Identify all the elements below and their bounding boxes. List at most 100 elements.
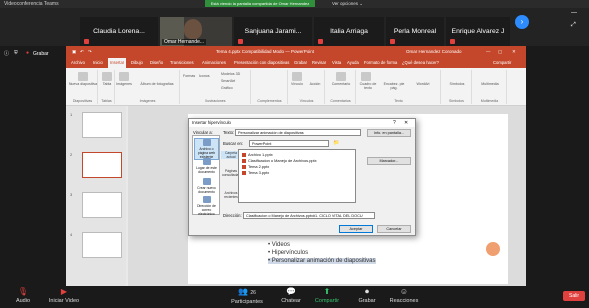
record-label: Grabar — [33, 51, 49, 57]
link-option-new-document[interactable]: Crear nuevo documento — [194, 178, 219, 194]
record-icon: ● — [26, 50, 30, 56]
textbox-button[interactable]: Cuadro de texto — [357, 82, 379, 90]
participants-count: 26 — [250, 290, 256, 296]
slide-bullet-selected[interactable]: • Personalizar animación de diapositivas — [268, 258, 376, 264]
participant-tile[interactable]: Claudia Lorena... — [80, 17, 158, 46]
participant-tile[interactable]: Sanjuana Jarami... — [234, 17, 312, 46]
text-to-display-input[interactable]: Personalizar animación de diapositivas — [235, 129, 361, 136]
comment-icon[interactable] — [336, 72, 346, 81]
tab-vista[interactable]: Vista — [330, 58, 343, 68]
participants-label: Participantes — [231, 299, 263, 305]
file-item[interactable]: Tema 3.pptx — [242, 170, 269, 175]
record-icon: ⏺ — [365, 287, 369, 296]
bullet-text: Videos — [271, 242, 291, 248]
new-slide-button[interactable]: Nueva diapositiva — [68, 82, 98, 86]
shapes-button[interactable]: Formas — [183, 74, 195, 78]
action-button[interactable]: Acción — [307, 82, 323, 86]
tab-grabar[interactable]: Grabar — [292, 58, 309, 68]
table-icon[interactable] — [102, 72, 112, 81]
tell-me-search[interactable]: ¿Qué desea hacer? — [400, 58, 441, 68]
search-in-dropdown[interactable]: PowerPoint — [249, 140, 329, 147]
pictures-icon[interactable] — [119, 72, 129, 81]
tab-revisar[interactable]: Revisar — [310, 58, 328, 68]
cancel-button[interactable]: Cancelar — [377, 225, 411, 233]
slide-thumbnail[interactable] — [82, 112, 122, 138]
tab-presentacion[interactable]: Presentación con diapositivas — [232, 58, 291, 68]
file-item[interactable]: Archivo 1.pptx — [242, 152, 273, 157]
redo-icon[interactable]: ↷ — [88, 46, 92, 58]
view-options-button[interactable]: Ver opciones ⌄ — [332, 0, 392, 7]
folder-up-icon[interactable]: 📁 — [333, 140, 339, 146]
share-button[interactable]: Compartir — [491, 58, 513, 68]
group-caption: Ilustraciones — [205, 99, 226, 103]
video-off-icon: ▶ — [60, 287, 68, 296]
next-page-icon[interactable]: › — [515, 15, 529, 29]
chat-button[interactable]: 💬 Chatear — [276, 287, 306, 304]
slide-thumbnail[interactable] — [82, 232, 122, 258]
help-icon[interactable]: ? — [393, 119, 396, 127]
record-button[interactable]: ⏺ Grabar — [352, 287, 382, 304]
shield-icon[interactable]: ⛨ — [14, 50, 18, 56]
participant-tile[interactable]: Perla Monreal — [386, 17, 444, 46]
undo-icon[interactable]: ↶ — [80, 46, 84, 58]
slide-thumbnail-selected[interactable] — [82, 152, 122, 178]
fullscreen-icon[interactable]: ⤢ — [571, 22, 576, 29]
slide-thumbnail[interactable] — [82, 192, 122, 218]
participant-tile[interactable]: Enrique Alvarez J — [446, 17, 510, 46]
wordart-button[interactable]: WordArt — [409, 82, 437, 86]
info-icon[interactable]: ⓘ — [4, 50, 9, 57]
ribbon-group-symbols: Símbolos Símbolos — [442, 70, 472, 104]
minimize-icon[interactable]: — — [571, 10, 577, 16]
tab-insertar[interactable]: Insertar — [108, 58, 127, 68]
chart-button[interactable]: Gráfico — [221, 86, 233, 90]
symbols-button[interactable]: Símbolos — [442, 82, 472, 86]
participants-button[interactable]: 👥 26 Participantes — [222, 287, 272, 305]
leave-button[interactable]: Salir — [563, 291, 585, 301]
comment-button[interactable]: Comentario — [326, 82, 356, 86]
link-option-existing-file[interactable]: Archivo o página web existente — [194, 138, 219, 160]
share-screen-button[interactable]: ⬆ Compartir — [310, 287, 344, 304]
media-button[interactable]: Multimedia — [473, 82, 507, 86]
link-option-this-document[interactable]: Lugar de este documento — [194, 158, 219, 174]
tab-diseno[interactable]: Diseño — [148, 58, 165, 68]
tab-ayuda[interactable]: Ayuda — [345, 58, 361, 68]
participant-camera-tile[interactable]: Omar Hernande... — [160, 17, 232, 46]
restore-icon[interactable]: ▢ — [498, 46, 502, 58]
meeting-left-toolbar: ⓘ ⛨ ● Grabar — [0, 46, 60, 62]
tab-dibujo[interactable]: Dibujo — [129, 58, 145, 68]
table-button[interactable]: Tabla — [99, 82, 115, 86]
start-video-button[interactable]: ▶ Iniciar Video — [44, 287, 84, 304]
photo-album-button[interactable]: Álbum de fotografías — [134, 82, 180, 86]
address-label: Dirección: — [223, 213, 242, 218]
address-input[interactable]: Clasificacion o Manejo de Archivos.pptx#… — [243, 212, 375, 219]
new-slide-icon[interactable] — [78, 72, 88, 81]
slide-bullet[interactable]: • Videos — [268, 242, 290, 248]
link-icon[interactable] — [292, 72, 302, 81]
smartart-button[interactable]: SmartArt — [221, 79, 235, 83]
icons-button[interactable]: Iconos — [199, 74, 210, 78]
tab-animaciones[interactable]: Animaciones — [200, 58, 228, 68]
reactions-button[interactable]: ☺ Reacciones — [386, 287, 422, 304]
textbox-icon[interactable] — [361, 72, 371, 81]
screentip-button[interactable]: Info. en pantalla... — [367, 129, 411, 137]
tab-inicio[interactable]: Inicio — [91, 58, 105, 68]
tab-transiciones[interactable]: Transiciones — [168, 58, 196, 68]
file-item[interactable]: Tema 2.pptx — [242, 164, 269, 169]
header-footer-button[interactable]: Encabez. pie pág. — [381, 82, 407, 90]
ok-button[interactable]: Aceptar — [339, 225, 373, 233]
tab-formato-forma[interactable]: Formato de forma — [362, 58, 399, 68]
slide-bullet[interactable]: • Hipervínculos — [268, 250, 308, 256]
link-option-email[interactable]: Dirección de correo electrónico — [194, 196, 219, 216]
close-icon[interactable]: ✕ — [404, 119, 408, 127]
pictures-button[interactable]: Imágenes — [116, 82, 132, 86]
tab-archivo[interactable]: Archivo — [69, 58, 87, 68]
audio-button[interactable]: 🎙 Audio — [8, 287, 38, 304]
close-icon[interactable]: ✕ — [512, 46, 516, 58]
file-item[interactable]: Clasificacion o Manejo de Archivos.pptx — [242, 158, 317, 163]
minimize-icon[interactable]: — — [486, 46, 491, 58]
participant-tile[interactable]: Italia Arriaga — [314, 17, 384, 46]
3d-models-button[interactable]: Modelos 3D — [221, 72, 240, 76]
link-button[interactable]: Vínculo — [289, 82, 305, 86]
save-icon[interactable]: ▣ — [72, 46, 76, 58]
bookmark-button[interactable]: Marcador... — [367, 157, 411, 165]
